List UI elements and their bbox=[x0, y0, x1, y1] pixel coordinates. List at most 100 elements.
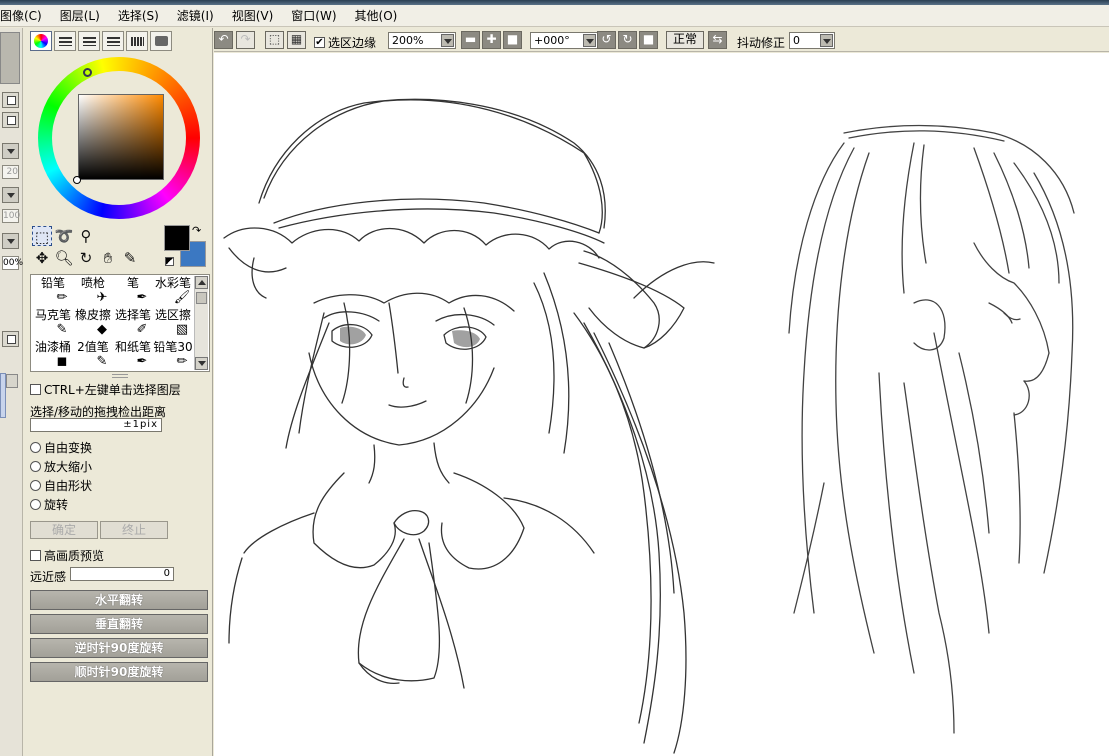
selection-edge-option[interactable]: 选区边缘 bbox=[314, 34, 376, 51]
hand-icon[interactable]: ✋︎ bbox=[98, 248, 118, 268]
drawing-canvas[interactable] bbox=[214, 53, 1109, 756]
brush-item[interactable]: 2值笔 ✎ bbox=[73, 340, 113, 371]
eyedropper-icon[interactable]: ✎ bbox=[120, 248, 140, 268]
brush-item[interactable]: 笔 ✒ bbox=[113, 276, 153, 308]
scale-radio[interactable] bbox=[30, 461, 41, 472]
tab-swatches[interactable] bbox=[102, 31, 124, 51]
brush-label: 和纸笔 bbox=[114, 340, 151, 354]
reset-colors-icon[interactable] bbox=[165, 257, 174, 266]
layer-scroll-up[interactable] bbox=[6, 374, 18, 388]
rotate-radio[interactable] bbox=[30, 499, 41, 510]
marker-icon: ✎ bbox=[56, 322, 68, 337]
brush-item[interactable]: 和纸笔 ✒ bbox=[113, 340, 153, 371]
normal-view-button[interactable]: 正常 bbox=[666, 31, 704, 49]
rotate-cw-button[interactable]: 顺时针90度旋转 bbox=[30, 662, 208, 682]
tab-color-wheel[interactable] bbox=[30, 31, 52, 51]
zoom-icon[interactable]: 🔍︎ bbox=[54, 248, 74, 268]
menu-layer[interactable]: 图层(L) bbox=[50, 7, 108, 24]
hue-marker[interactable] bbox=[83, 68, 92, 77]
move-icon[interactable]: ✥ bbox=[32, 248, 52, 268]
brush-item[interactable]: 马克笔 ✎ bbox=[33, 308, 73, 340]
brush-scroll-up[interactable] bbox=[195, 276, 208, 289]
stabilizer-select[interactable]: 0 bbox=[789, 32, 835, 49]
rect-select-icon[interactable]: ⬚ bbox=[32, 226, 52, 246]
rotate-icon[interactable]: ↻ bbox=[76, 248, 96, 268]
menu-select[interactable]: 选择(S) bbox=[108, 7, 167, 24]
drag-distance-field[interactable]: ±1pix bbox=[30, 418, 162, 432]
foreground-color-swatch[interactable] bbox=[164, 225, 190, 251]
layer-lock-button[interactable] bbox=[2, 331, 19, 347]
saturation-value-square[interactable] bbox=[78, 94, 164, 180]
free-shape-radio[interactable] bbox=[30, 480, 41, 491]
brush-item[interactable]: 油漆桶 ◼ bbox=[33, 340, 73, 371]
blend-dropdown[interactable] bbox=[2, 143, 19, 159]
zoom-out-button[interactable]: ▬ bbox=[461, 31, 480, 49]
tab-palette[interactable] bbox=[126, 31, 148, 51]
hq-preview-option[interactable]: 高画质预览 bbox=[30, 547, 104, 564]
selection-edge-checkbox[interactable] bbox=[314, 37, 325, 48]
scale-option[interactable]: 放大缩小 bbox=[30, 458, 92, 475]
free-transform-radio[interactable] bbox=[30, 442, 41, 453]
perspective-field[interactable]: 0 bbox=[70, 567, 174, 581]
strip-value-100[interactable]: 100 bbox=[2, 209, 20, 223]
brush-scroll-down[interactable] bbox=[195, 357, 208, 370]
hq-preview-checkbox[interactable] bbox=[30, 550, 41, 561]
ctrl-click-checkbox[interactable] bbox=[30, 384, 41, 395]
opacity-dropdown[interactable] bbox=[2, 233, 19, 249]
rotate-ccw-button[interactable]: 逆时针90度旋转 bbox=[30, 638, 208, 658]
redo-button[interactable]: ↷ bbox=[236, 31, 255, 49]
free-transform-option[interactable]: 自由变换 bbox=[30, 439, 92, 456]
layer-folder-button[interactable] bbox=[2, 112, 19, 128]
brush-label: 铅笔30 bbox=[153, 340, 193, 354]
rotate-option[interactable]: 旋转 bbox=[30, 496, 68, 513]
flip-vertical-button[interactable]: 垂直翻转 bbox=[30, 614, 208, 634]
free-shape-option[interactable]: 自由形状 bbox=[30, 477, 92, 494]
tab-rgb-sliders[interactable] bbox=[54, 31, 76, 51]
ctrl-click-select-option[interactable]: CTRL+左键单击选择图层 bbox=[30, 381, 181, 398]
flip-horizontal-button[interactable]: 水平翻转 bbox=[30, 590, 208, 610]
rotate-right-button[interactable]: ↻ bbox=[618, 31, 637, 49]
tab-hsv-sliders[interactable] bbox=[78, 31, 100, 51]
zoom-reset-button[interactable]: ■ bbox=[503, 31, 522, 49]
magic-wand-icon[interactable]: ⚲ bbox=[76, 226, 96, 246]
layer-new-button[interactable] bbox=[2, 92, 19, 108]
cancel-button[interactable]: 终止 bbox=[100, 521, 168, 539]
binary-pen-icon: ✎ bbox=[96, 354, 108, 369]
rotate-reset-button[interactable]: ■ bbox=[639, 31, 658, 49]
swap-colors-icon[interactable]: ↷ bbox=[192, 224, 201, 237]
menu-other[interactable]: 其他(O) bbox=[345, 7, 406, 24]
menu-image[interactable]: 图像(C) bbox=[0, 7, 50, 24]
lasso-icon[interactable]: ➰ bbox=[54, 226, 74, 246]
swatches-icon bbox=[107, 37, 120, 46]
undo-button[interactable]: ↶ bbox=[214, 31, 233, 49]
angle-select[interactable]: +000° bbox=[530, 32, 598, 49]
brush-item[interactable]: 喷枪 ✈ bbox=[73, 276, 113, 308]
brush-scrollbar[interactable] bbox=[194, 276, 208, 370]
menu-filter[interactable]: 滤镜(I) bbox=[167, 7, 222, 24]
brush-item[interactable]: 选择笔 ✐ bbox=[113, 308, 153, 340]
zoom-in-button[interactable]: ✚ bbox=[482, 31, 501, 49]
menu-window[interactable]: 窗口(W) bbox=[281, 7, 344, 24]
brush-scroll-thumb[interactable] bbox=[196, 292, 207, 304]
menu-view[interactable]: 视图(V) bbox=[222, 7, 282, 24]
brush-item[interactable]: 水彩笔 🖌︎ bbox=[153, 276, 193, 308]
navigator-preview[interactable] bbox=[0, 32, 20, 84]
flip-view-icon: ⇆ bbox=[712, 32, 723, 46]
brush-item[interactable]: 铅笔 ✏ bbox=[33, 276, 73, 308]
strip-value-20[interactable]: 20 bbox=[2, 165, 19, 179]
mode-dropdown[interactable] bbox=[2, 187, 19, 203]
panel-resize-handle[interactable] bbox=[112, 374, 128, 378]
brush-item[interactable]: 铅笔30 ✏ bbox=[153, 340, 193, 371]
zoom-percent-field[interactable]: 00% bbox=[2, 256, 23, 270]
tab-scratchpad[interactable] bbox=[150, 31, 172, 51]
ok-button[interactable]: 确定 bbox=[30, 521, 98, 539]
brush-item[interactable]: 橡皮擦 ◆ bbox=[73, 308, 113, 340]
invert-selection-button[interactable]: ▦ bbox=[287, 31, 306, 49]
zoom-select[interactable]: 200% bbox=[388, 32, 456, 49]
rotate-left-button[interactable]: ↺ bbox=[597, 31, 616, 49]
sv-marker[interactable] bbox=[73, 176, 81, 184]
flip-view-button[interactable]: ⇆ bbox=[708, 31, 727, 49]
deselect-button[interactable]: ⬚ bbox=[265, 31, 284, 49]
chevron-down-icon bbox=[583, 34, 596, 47]
brush-item[interactable]: 选区擦 ▧ bbox=[153, 308, 193, 340]
